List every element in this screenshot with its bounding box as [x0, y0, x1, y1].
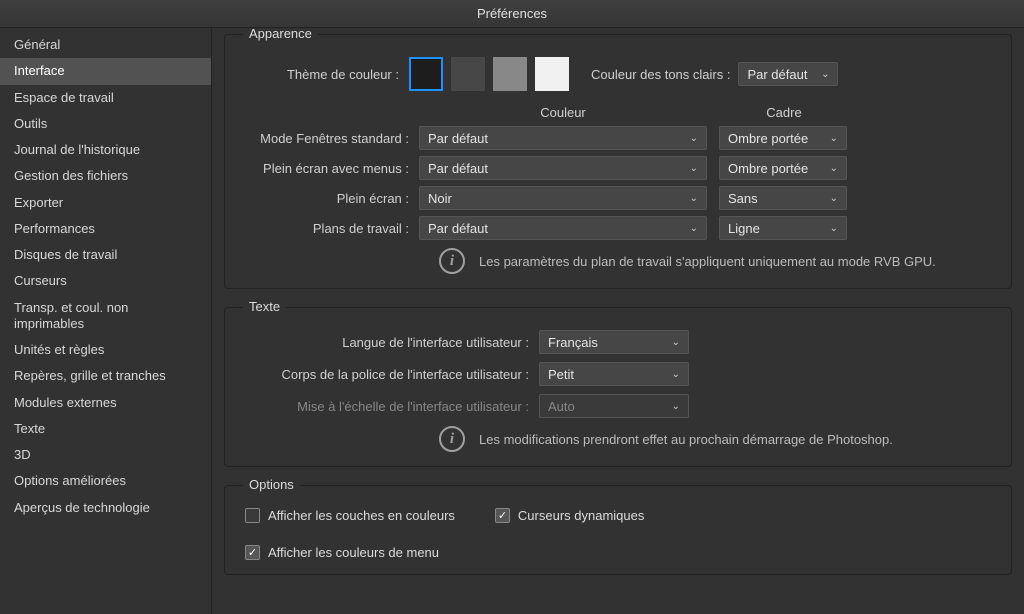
info-icon: i: [439, 426, 465, 452]
artboard-info-text: Les paramètres du plan de travail s'appl…: [479, 254, 936, 269]
checkbox-icon: ✓: [495, 508, 510, 523]
mode-standard-label: Mode Fenêtres standard :: [239, 131, 419, 146]
mode-artboards-label: Plans de travail :: [239, 221, 419, 236]
sidebar-item-guides-grid-slices[interactable]: Repères, grille et tranches: [0, 363, 211, 389]
sidebar-item-performance[interactable]: Performances: [0, 216, 211, 242]
appearance-title: Apparence: [243, 28, 318, 41]
sidebar-item-scratch-disks[interactable]: Disques de travail: [0, 242, 211, 268]
sidebar-item-tools[interactable]: Outils: [0, 111, 211, 137]
checkbox-icon: ✓: [245, 545, 260, 560]
highlight-color-select[interactable]: Par défaut ⌄: [738, 62, 838, 86]
mode-fullscreen-color-select[interactable]: Noir⌄: [419, 186, 707, 210]
sidebar-item-export[interactable]: Exporter: [0, 190, 211, 216]
chevron-down-icon: ⌄: [672, 401, 680, 412]
mode-fullscreen-menus-frame-select[interactable]: Ombre portée⌄: [719, 156, 847, 180]
sidebar-item-transparency-gamut[interactable]: Transp. et coul. non imprimables: [0, 295, 211, 338]
color-theme-swatch-lightest[interactable]: [535, 57, 569, 91]
mode-fullscreen-menus-label: Plein écran avec menus :: [239, 161, 419, 176]
ui-language-label: Langue de l'interface utilisateur :: [239, 335, 539, 350]
mode-artboards-color-select[interactable]: Par défaut⌄: [419, 216, 707, 240]
window-title: Préférences: [477, 6, 547, 21]
options-section-title: Options: [243, 477, 300, 492]
sidebar-item-workspace[interactable]: Espace de travail: [0, 85, 211, 111]
chevron-down-icon: ⌄: [821, 69, 829, 80]
sidebar-item-cursors[interactable]: Curseurs: [0, 268, 211, 294]
checkbox-show-channels-colors[interactable]: Afficher les couches en couleurs: [245, 508, 455, 523]
preferences-sidebar: Général Interface Espace de travail Outi…: [0, 28, 212, 614]
highlight-color-label: Couleur des tons clairs :: [591, 67, 730, 82]
sidebar-item-history-log[interactable]: Journal de l'historique: [0, 137, 211, 163]
column-header-frame: Cadre: [719, 105, 849, 120]
checkbox-show-menu-colors[interactable]: ✓ Afficher les couleurs de menu: [245, 545, 997, 560]
info-icon: i: [439, 248, 465, 274]
sidebar-item-plugins[interactable]: Modules externes: [0, 390, 211, 416]
sidebar-item-type[interactable]: Texte: [0, 416, 211, 442]
checkbox-dynamic-cursors[interactable]: ✓ Curseurs dynamiques: [495, 508, 644, 523]
options-section: Options Afficher les couches en couleurs…: [224, 485, 1012, 575]
text-section: Texte Langue de l'interface utilisateur …: [224, 307, 1012, 467]
color-theme-swatch-darkest[interactable]: [409, 57, 443, 91]
column-header-color: Couleur: [419, 105, 707, 120]
chevron-down-icon: ⌄: [672, 337, 680, 348]
checkbox-label: Afficher les couleurs de menu: [268, 545, 439, 560]
sidebar-item-enhanced-controls[interactable]: Options améliorées: [0, 468, 211, 494]
ui-font-body-label: Corps de la police de l'interface utilis…: [239, 367, 539, 382]
sidebar-item-general[interactable]: Général: [0, 32, 211, 58]
appearance-section: Apparence Thème de couleur : Couleur des…: [224, 34, 1012, 289]
chevron-down-icon: ⌄: [830, 163, 838, 174]
chevron-down-icon: ⌄: [830, 133, 838, 144]
color-theme-swatches: [409, 57, 569, 91]
mode-standard-color-select[interactable]: Par défaut⌄: [419, 126, 707, 150]
checkbox-label: Afficher les couches en couleurs: [268, 508, 455, 523]
chevron-down-icon: ⌄: [690, 163, 698, 174]
text-section-title: Texte: [243, 299, 286, 314]
color-theme-label: Thème de couleur :: [239, 67, 409, 82]
chevron-down-icon: ⌄: [830, 223, 838, 234]
checkbox-icon: [245, 508, 260, 523]
window-titlebar: Préférences: [0, 0, 1024, 28]
ui-scale-select: Auto⌄: [539, 394, 689, 418]
sidebar-item-interface[interactable]: Interface: [0, 58, 211, 84]
sidebar-item-3d[interactable]: 3D: [0, 442, 211, 468]
ui-scale-label: Mise à l'échelle de l'interface utilisat…: [239, 399, 539, 414]
mode-artboards-frame-select[interactable]: Ligne⌄: [719, 216, 847, 240]
sidebar-item-tech-preview[interactable]: Aperçus de technologie: [0, 495, 211, 521]
chevron-down-icon: ⌄: [830, 193, 838, 204]
mode-standard-frame-select[interactable]: Ombre portée⌄: [719, 126, 847, 150]
chevron-down-icon: ⌄: [690, 133, 698, 144]
chevron-down-icon: ⌄: [690, 223, 698, 234]
restart-info-text: Les modifications prendront effet au pro…: [479, 432, 893, 447]
mode-fullscreen-label: Plein écran :: [239, 191, 419, 206]
sidebar-item-units-rulers[interactable]: Unités et règles: [0, 337, 211, 363]
mode-fullscreen-menus-color-select[interactable]: Par défaut⌄: [419, 156, 707, 180]
chevron-down-icon: ⌄: [672, 369, 680, 380]
mode-fullscreen-frame-select[interactable]: Sans⌄: [719, 186, 847, 210]
color-theme-swatch-light[interactable]: [493, 57, 527, 91]
chevron-down-icon: ⌄: [690, 193, 698, 204]
ui-font-body-select[interactable]: Petit⌄: [539, 362, 689, 386]
sidebar-item-file-handling[interactable]: Gestion des fichiers: [0, 163, 211, 189]
color-theme-swatch-dark[interactable]: [451, 57, 485, 91]
checkbox-label: Curseurs dynamiques: [518, 508, 644, 523]
content-area: Apparence Thème de couleur : Couleur des…: [212, 28, 1024, 614]
ui-language-select[interactable]: Français⌄: [539, 330, 689, 354]
